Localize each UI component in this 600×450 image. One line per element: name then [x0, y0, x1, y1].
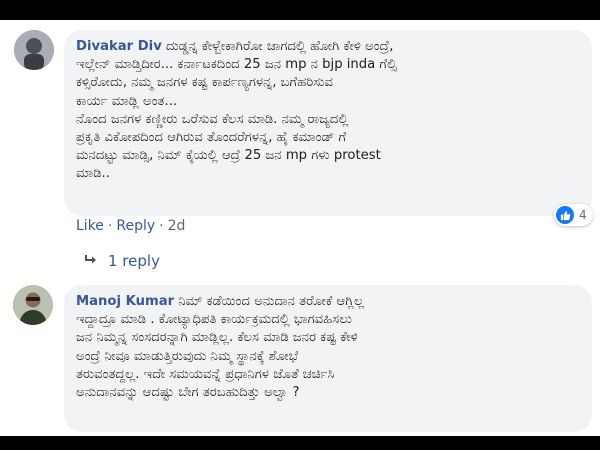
view-replies-link[interactable]: 1 reply: [84, 252, 160, 270]
reaction-summary[interactable]: 4: [554, 204, 593, 226]
comment-line: ಪ್ರಕೃತಿ ವಿಕೋಪದಿಂದ ಆಗಿರುವ ತೊಂದರೆಗಳನ್ನ, ಹೈ…: [76, 130, 347, 146]
comment-line: ತರುವಂತದ್ದಲ್ಲ. ಇದೇ ಸಮಯವನ್ನೆ ಪ್ರಧಾನಿಗಳ ಜೊತ…: [76, 366, 335, 382]
thumbs-up-icon: [556, 206, 574, 224]
comment-author[interactable]: Manoj Kumar: [76, 294, 174, 309]
bottom-black-bar: [0, 436, 600, 450]
top-black-bar: [0, 0, 600, 20]
comment-line: ನಿಮ್ ಕಡೆಯಿಂದ ಅನುದಾನ ತರೋಕೆ ಆಗ್ಲಿಲ್ಲ: [178, 294, 365, 309]
reply-arrow-icon: [84, 252, 98, 270]
avatar[interactable]: [14, 30, 54, 70]
comment-timestamp[interactable]: 2d: [168, 218, 186, 234]
comment-line: ಮಾಡಿ..: [76, 166, 110, 182]
reply-link[interactable]: Reply: [116, 218, 155, 234]
comment-line: ಇದ್ದಾದ್ರೂ ಮಾಡಿ . ಕೋಟ್ಯಾಧಿಪತಿ ಕಾರ್ಯಕ್ರಮದಲ…: [76, 312, 352, 328]
replies-count-label[interactable]: 1 reply: [108, 252, 160, 270]
comment-bubble: Divakar Div ದುಡ್ಡನ್ನ ಕೇಳ್ಬೇಕಾಗಿರೋ ಜಾಗದಲ್…: [64, 30, 592, 216]
comment-line: ಅನುದಾನವನ್ನು ಆದಷ್ಟು ಬೇಗ ತರಬಹುದಿತ್ತು ಅಲ್ವಾ…: [76, 385, 300, 401]
comment-text: Manoj Kumar ನಿಮ್ ಕಡೆಯಿಂದ ಅನುದಾನ ತರೋಕೆ ಆಗ…: [76, 293, 580, 402]
comment-line: ಜನ ನಿಮ್ಮನ್ನ ಸಂಸದರನ್ನಾಗಿ ಮಾಡ್ಲಿಲ್ಲ. ಕೆಲಸ …: [76, 330, 358, 346]
reaction-count: 4: [579, 208, 587, 222]
comment-line: ಅಂದ್ರೆ ನೀವೂ ಮಾಡುತ್ತಿರುವುದು ನಿಮ್ಮ ಸ್ಥಾನಕ್…: [76, 348, 299, 364]
comment-line: ನೊಂದ ಜನಗಳ ಕಣ್ಣೀರು ಒರೆಸುವ ಕೆಲಸ ಮಾಡಿ. ನಮ್ಮ…: [76, 111, 349, 127]
comment-line: ಕಾರ್ಯ ಮಾಡ್ಲಿ ಅಂತ...: [76, 93, 178, 109]
comment-line: ಇಲ್ಲೇನ್ ಮಾಡ್ತಿದೀರ... ಕರ್ನಾಟಕದಿಂದ 25 ಜನ m…: [76, 57, 397, 73]
comment-line: ಮನದಟ್ಟು ಮಾಡ್ಸಿ, ನಿಮ್ ಕೈಯಲ್ಲಿ ಆದ್ರೆ 25 ಜನ…: [76, 148, 381, 164]
comment-author[interactable]: Divakar Div: [76, 39, 162, 54]
avatar[interactable]: [13, 285, 53, 325]
avatar-photo-icon: [14, 30, 54, 70]
avatar-photo-icon: [13, 285, 53, 325]
separator: ·: [159, 218, 164, 234]
like-link[interactable]: Like: [76, 218, 104, 234]
comment-line: ದುಡ್ಡನ್ನ ಕೇಳ್ಬೇಕಾಗಿರೋ ಜಾಗದಲ್ಲಿ ಹೋಗಿ ಕೇಳಿ…: [166, 39, 394, 54]
comment-text: Divakar Div ದುಡ್ಡನ್ನ ಕೇಳ್ಬೇಕಾಗಿರೋ ಜಾಗದಲ್…: [76, 38, 580, 184]
comment-bubble: Manoj Kumar ನಿಮ್ ಕಡೆಯಿಂದ ಅನುದಾನ ತರೋಕೆ ಆಗ…: [64, 285, 592, 432]
comment-actions: Like · Reply · 2d: [76, 218, 185, 234]
separator: ·: [107, 218, 113, 234]
comment-line: ಕಳ್ಸಿರೋದು, ನಮ್ಮ ಜನಗಳ ಕಷ್ಟ ಕಾರ್ಪಣ್ಯಗಳನ್ನ,…: [76, 75, 333, 91]
